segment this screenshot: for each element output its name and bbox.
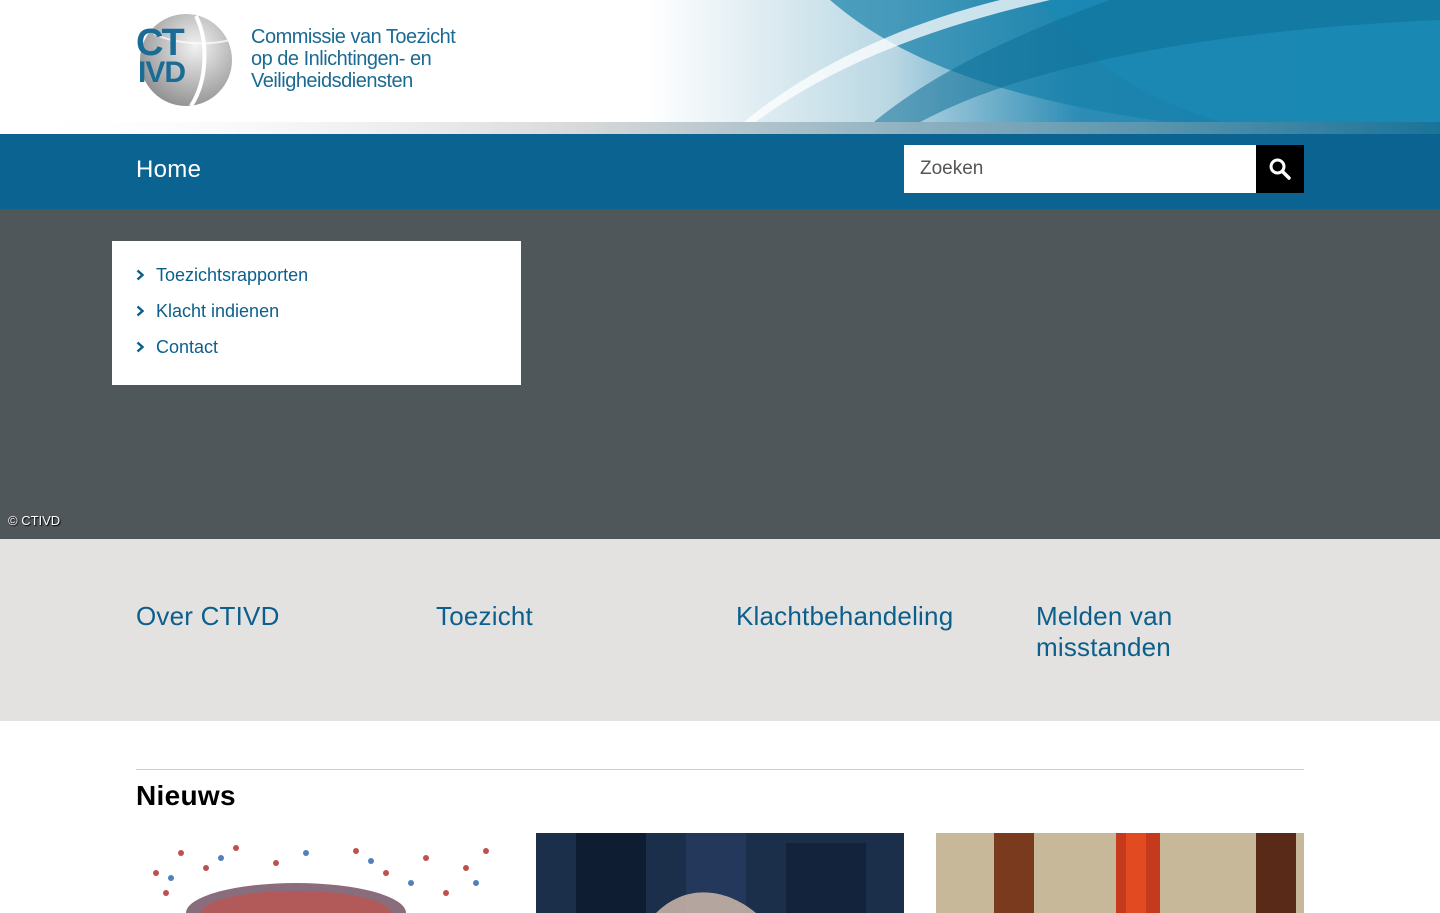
quick-link-toezichtsrapporten[interactable]: Toezichtsrapporten xyxy=(156,263,308,287)
quick-link-item: Klacht indienen xyxy=(136,299,497,335)
quick-links-list: Toezichtsrapporten Klacht indienen Conta… xyxy=(136,263,497,371)
organization-name-line: Commissie van Toezicht xyxy=(251,26,456,48)
news-card-image[interactable] xyxy=(536,833,904,913)
themes-band: Over CTIVD Toezicht Klachtbehandeling Me… xyxy=(0,539,1440,721)
search-input[interactable] xyxy=(904,145,1256,193)
news-section: Nieuws xyxy=(136,769,1304,913)
theme-link-klachtbehandeling[interactable]: Klachtbehandeling xyxy=(736,601,1006,632)
hero-banner: Toezichtsrapporten Klacht indienen Conta… xyxy=(0,209,1440,539)
site-logo[interactable]: CT IVD Commissie van Toezicht op de Inli… xyxy=(136,10,496,110)
search-button[interactable] xyxy=(1256,145,1304,193)
theme-link-toezicht[interactable]: Toezicht xyxy=(436,601,706,632)
image-copyright: © CTIVD xyxy=(8,513,61,528)
quick-links-panel: Toezichtsrapporten Klacht indienen Conta… xyxy=(112,241,521,385)
news-heading: Nieuws xyxy=(136,780,236,811)
section-divider xyxy=(136,769,1304,770)
organization-name: Commissie van Toezicht op de Inlichtinge… xyxy=(251,26,501,92)
search-form xyxy=(904,145,1304,193)
quick-link-contact[interactable]: Contact xyxy=(156,335,218,359)
magnifier-icon xyxy=(1269,158,1291,180)
chevron-right-icon xyxy=(136,269,145,281)
main-navigation-bar: Home xyxy=(0,134,1440,209)
organization-name-line: Veiligheidsdiensten xyxy=(251,70,413,92)
meeting-photo xyxy=(536,833,904,913)
news-card-image[interactable] xyxy=(136,833,504,913)
quick-link-item: Contact xyxy=(136,335,497,371)
chevron-right-icon xyxy=(136,305,145,317)
quick-link-klacht-indienen[interactable]: Klacht indienen xyxy=(156,299,279,323)
organization-name-line: op de Inlichtingen- en xyxy=(251,48,432,70)
site-header: CT IVD Commissie van Toezicht op de Inli… xyxy=(0,0,1440,134)
nav-home-link[interactable]: Home xyxy=(136,156,201,184)
logo-letters-ivd: IVD xyxy=(138,56,186,89)
crowd-illustration xyxy=(136,833,504,913)
quick-link-item: Toezichtsrapporten xyxy=(136,263,497,299)
theme-link-over-ctivd[interactable]: Over CTIVD xyxy=(136,601,406,632)
news-card-image[interactable] xyxy=(936,833,1304,913)
theme-link-melden-van-misstanden[interactable]: Melden van misstanden xyxy=(1036,601,1236,663)
chevron-right-icon xyxy=(136,341,145,353)
artwork-photo xyxy=(936,833,1304,913)
